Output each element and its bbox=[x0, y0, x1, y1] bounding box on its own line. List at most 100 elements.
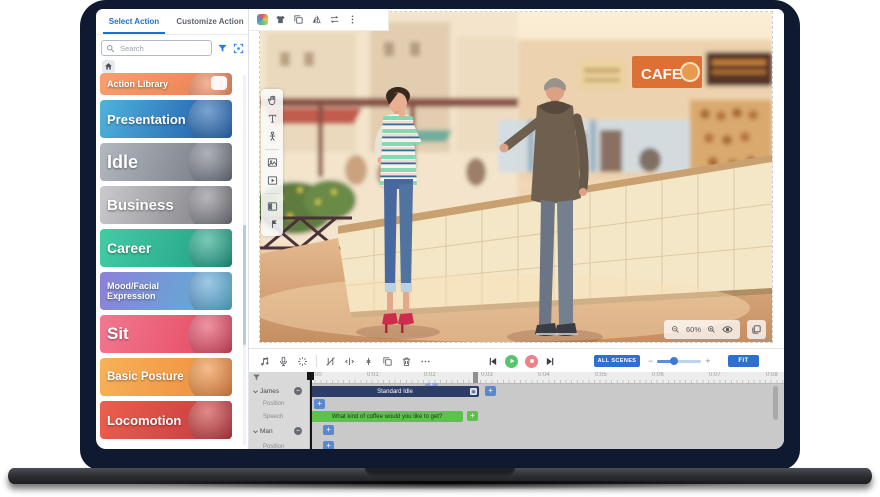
skip-start-icon[interactable] bbox=[487, 356, 498, 367]
effects-icon[interactable] bbox=[297, 356, 308, 367]
text-tool-icon[interactable] bbox=[267, 113, 278, 124]
fit-button[interactable]: FIT bbox=[728, 355, 759, 367]
clip-label: What kind of coffee would you like to ge… bbox=[332, 414, 443, 420]
tab-customize-action[interactable]: Customize Action bbox=[172, 9, 248, 34]
slider-plus[interactable]: + bbox=[705, 357, 710, 366]
category-business[interactable]: Business bbox=[100, 186, 232, 224]
home-icon bbox=[104, 62, 113, 71]
cafe-scene: CAFE bbox=[260, 12, 772, 342]
track-james-speech[interactable]: Speech bbox=[249, 411, 309, 423]
panel-scrollbar[interactable] bbox=[243, 75, 246, 445]
visibility-icon[interactable] bbox=[722, 324, 733, 335]
more-timeline-icon[interactable] bbox=[420, 356, 431, 367]
add-man-clip-button[interactable]: + bbox=[323, 425, 334, 435]
divider bbox=[265, 149, 279, 150]
track-man-position[interactable]: Position bbox=[249, 441, 309, 449]
skip-end-icon[interactable] bbox=[545, 356, 556, 367]
stage-viewport[interactable]: CAFE bbox=[259, 11, 773, 343]
actor-palette-icon[interactable] bbox=[257, 14, 268, 25]
timeline-tools bbox=[259, 349, 431, 373]
home-button[interactable] bbox=[102, 60, 115, 73]
timeline-ruler[interactable]: 0:00 0:01 0:02 0:03 0:04 0:05 0:06 0:07 … bbox=[309, 372, 784, 384]
collapse-track-button[interactable]: − bbox=[294, 387, 302, 395]
timeline-zoom-slider: − + bbox=[648, 349, 711, 373]
swap-icon[interactable] bbox=[329, 14, 340, 25]
laptop-bezel: Select Action Customize Action bbox=[80, 0, 800, 470]
more-icon[interactable] bbox=[347, 14, 358, 25]
tab-select-action[interactable]: Select Action bbox=[96, 9, 172, 34]
category-idle[interactable]: Idle bbox=[100, 143, 232, 181]
blend-clip-icon[interactable] bbox=[325, 356, 336, 367]
track-james[interactable]: James − bbox=[249, 385, 309, 397]
playhead[interactable] bbox=[310, 372, 312, 449]
delete-clip-icon[interactable] bbox=[401, 356, 412, 367]
track-label: Position bbox=[263, 444, 284, 449]
present-mode-button[interactable] bbox=[747, 320, 766, 339]
category-presentation[interactable]: Presentation bbox=[100, 100, 232, 138]
library-box-icon bbox=[211, 76, 227, 90]
duplicate-icon[interactable] bbox=[293, 14, 304, 25]
category-career[interactable]: Career bbox=[100, 229, 232, 267]
media-tool-icon[interactable] bbox=[267, 175, 278, 186]
ruler-label: 0:08 bbox=[766, 372, 778, 378]
flip-icon[interactable] bbox=[311, 14, 322, 25]
add-man-position-button[interactable]: + bbox=[323, 441, 334, 449]
clip-speech[interactable]: What kind of coffee would you like to ge… bbox=[311, 411, 463, 422]
slider-minus[interactable]: − bbox=[648, 357, 653, 366]
music-icon[interactable] bbox=[259, 356, 270, 367]
add-speech-clip-button[interactable]: + bbox=[467, 411, 478, 421]
category-sit[interactable]: Sit bbox=[100, 315, 232, 353]
collapse-track-button[interactable]: − bbox=[294, 427, 302, 435]
laptop-notch bbox=[365, 468, 515, 477]
slider-handle[interactable] bbox=[670, 357, 678, 365]
timeline: 0:00 0:01 0:02 0:03 0:04 0:05 0:06 0:07 … bbox=[249, 372, 784, 449]
main-area: CAFE bbox=[249, 9, 784, 449]
chevron-down-icon[interactable] bbox=[252, 388, 259, 395]
category-label: Presentation bbox=[107, 112, 186, 127]
track-label: Position bbox=[263, 401, 284, 407]
timeline-scrollbar[interactable] bbox=[773, 386, 778, 420]
hand-tool-icon[interactable] bbox=[267, 95, 278, 106]
laptop-screen: Select Action Customize Action bbox=[96, 9, 784, 449]
category-mood-facial-expression[interactable]: Mood/Facial Expression bbox=[100, 272, 232, 310]
clip-label: Standard Idle bbox=[377, 389, 413, 395]
copy-clip-icon[interactable] bbox=[382, 356, 393, 367]
category-locomotion[interactable]: Locomotion bbox=[100, 401, 232, 439]
play-button[interactable] bbox=[505, 355, 518, 368]
category-basic-posture[interactable]: Basic Posture bbox=[100, 358, 232, 396]
stop-button[interactable] bbox=[525, 355, 538, 368]
scene-break-marker[interactable] bbox=[473, 372, 478, 383]
track-label: Man bbox=[260, 428, 273, 435]
image-tool-icon[interactable] bbox=[267, 157, 278, 168]
zoom-out-icon[interactable] bbox=[671, 325, 680, 334]
category-label: Basic Posture bbox=[107, 371, 184, 383]
search-input[interactable] bbox=[118, 43, 202, 54]
trim-in-icon[interactable] bbox=[344, 356, 355, 367]
chevron-down-icon[interactable] bbox=[252, 428, 259, 435]
add-action-clip-button[interactable]: + bbox=[485, 386, 496, 396]
mic-icon[interactable] bbox=[278, 356, 289, 367]
panel-scrollbar-thumb[interactable] bbox=[243, 225, 246, 345]
fit-panel-icon[interactable] bbox=[233, 43, 244, 54]
ruler-label: 0:06 bbox=[652, 372, 664, 378]
clip-standard-idle[interactable]: Standard Idle ▣ bbox=[311, 386, 479, 397]
trim-out-icon[interactable] bbox=[363, 356, 374, 367]
pin-tool-icon[interactable] bbox=[267, 219, 278, 230]
category-label: Mood/Facial Expression bbox=[107, 281, 181, 302]
split-view-icon[interactable] bbox=[267, 201, 278, 212]
category-action-library[interactable]: Action Library bbox=[100, 73, 232, 95]
track-man[interactable]: Man − bbox=[249, 425, 309, 437]
all-scenes-button[interactable]: ALL SCENES bbox=[594, 355, 640, 367]
search-icon bbox=[106, 44, 115, 53]
add-position-key-button[interactable]: + bbox=[314, 399, 325, 409]
slider-track[interactable] bbox=[657, 360, 701, 363]
filter-icon[interactable] bbox=[217, 43, 228, 54]
figure-tool-icon[interactable] bbox=[267, 131, 278, 142]
track-james-position[interactable]: Position bbox=[249, 398, 309, 410]
zoom-in-icon[interactable] bbox=[707, 325, 716, 334]
clip-loop-icon[interactable]: ▣ bbox=[470, 388, 477, 395]
search-box[interactable] bbox=[101, 40, 212, 56]
category-label: Business bbox=[107, 197, 174, 214]
wardrobe-icon[interactable] bbox=[275, 14, 286, 25]
track-filter-icon[interactable] bbox=[252, 373, 261, 382]
